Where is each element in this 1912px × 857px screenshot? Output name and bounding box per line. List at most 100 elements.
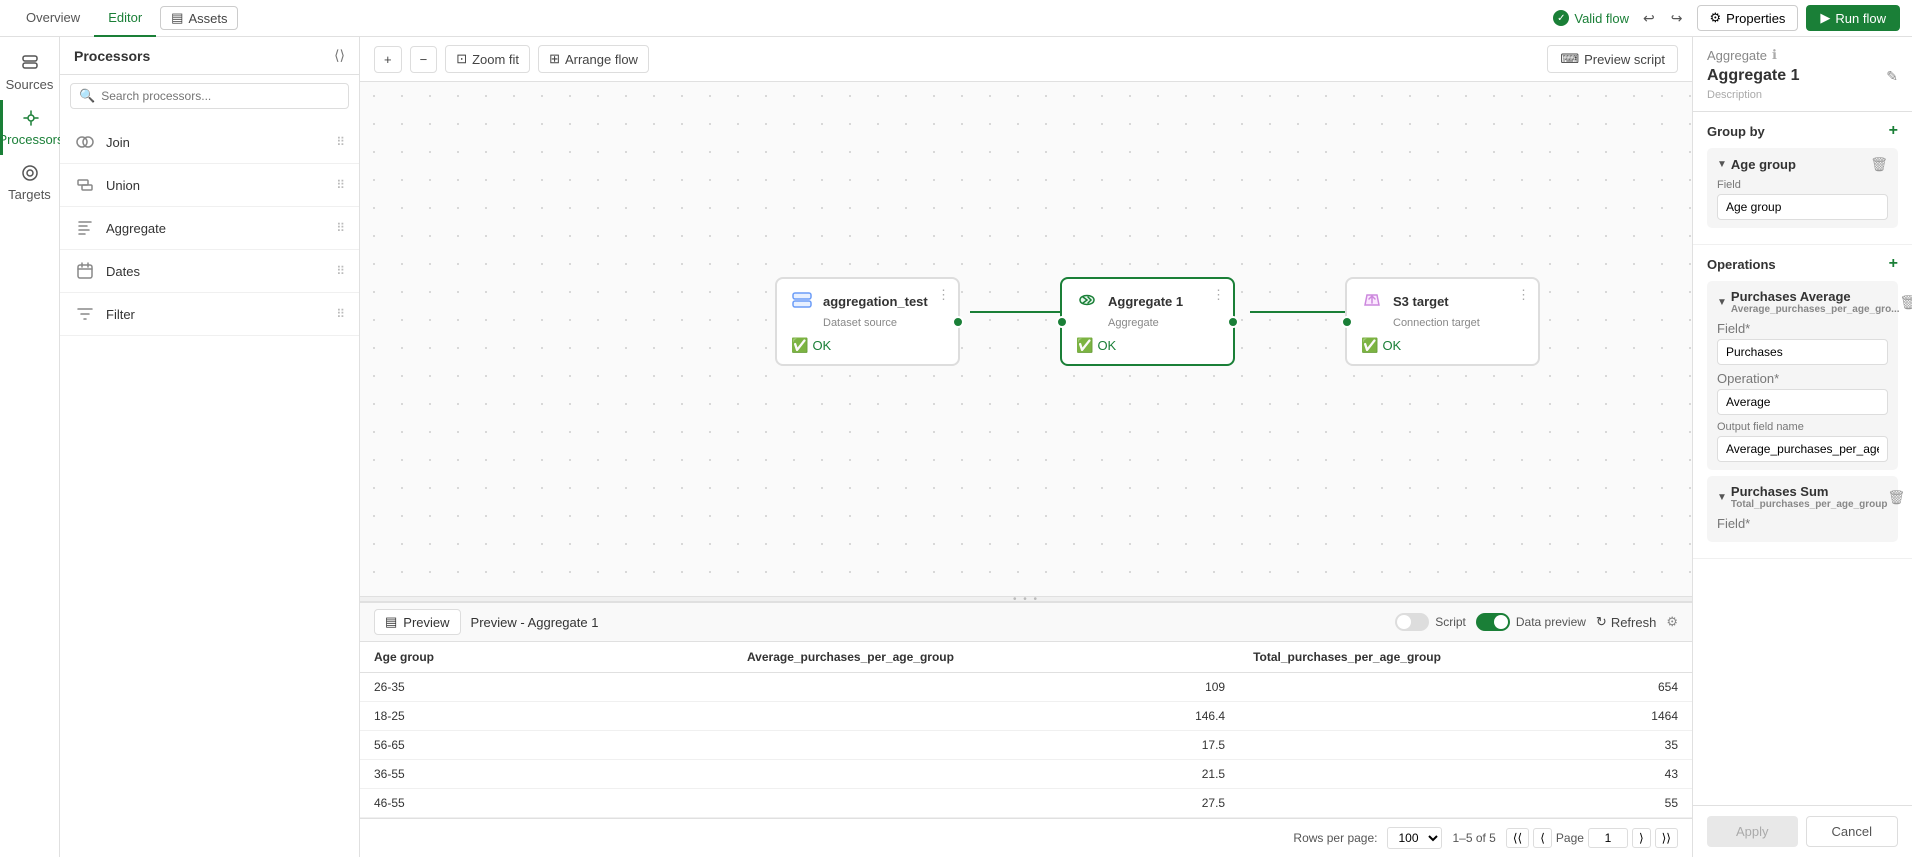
processors-title: Processors — [74, 48, 150, 64]
aggregate-title: Aggregate 1 — [1707, 67, 1799, 85]
page-next-button[interactable]: ⟩ — [1632, 828, 1651, 848]
refresh-button[interactable]: ↻ Refresh — [1596, 614, 1656, 630]
add-group-by-button[interactable]: + — [1889, 122, 1898, 140]
preview-script-button[interactable]: ⌨ Preview script — [1547, 45, 1678, 73]
settings-button[interactable]: ⚙ — [1666, 614, 1678, 630]
flow-node-s3target[interactable]: S3 target ⋮ Connection target ✅ OK — [1345, 277, 1540, 366]
processor-item-aggregate[interactable]: Aggregate ⠿ — [60, 207, 359, 250]
source-right-connector[interactable] — [952, 316, 964, 328]
processor-item-dates[interactable]: Dates ⠿ — [60, 250, 359, 293]
cell-avg-purchases: 109 — [733, 673, 1239, 702]
aggregate-left-connector[interactable] — [1056, 316, 1068, 328]
sidebar-item-processors[interactable]: Processors — [0, 100, 59, 155]
ok-icon: ✅ — [791, 337, 808, 354]
flow-node-aggregate[interactable]: Aggregate 1 ⋮ Aggregate ✅ OK — [1060, 277, 1235, 366]
aggregate-node-icon — [1076, 289, 1100, 313]
preview-tab-icon: ▤ — [385, 614, 397, 630]
search-icon: 🔍 — [79, 88, 95, 104]
script-toggle-group: Script — [1395, 613, 1466, 631]
sources-icon — [20, 53, 40, 73]
delete-group-by-button[interactable]: 🗑 — [1870, 156, 1888, 173]
top-bar-right: ✓ Valid flow ↩ ↪ ⚙ Properties ▶ Run flow — [1553, 5, 1900, 31]
aggregate-right-connector[interactable] — [1227, 316, 1239, 328]
aggregate-status: ✅ OK — [1076, 337, 1219, 354]
ok-icon: ✅ — [1076, 337, 1093, 354]
description-label: Description — [1707, 89, 1898, 101]
operation-item-avg: ▼ Purchases Average Average_purchases_pe… — [1707, 281, 1898, 470]
drag-handle[interactable]: ⠿ — [336, 221, 345, 235]
zoom-out-button[interactable]: − — [410, 46, 438, 73]
undo-button[interactable]: ↩ — [1637, 6, 1661, 31]
page-number-input[interactable] — [1588, 828, 1628, 848]
top-bar: Overview Editor ▤ Assets ✓ Valid flow ↩ … — [0, 0, 1912, 37]
valid-flow-indicator: ✓ Valid flow — [1553, 10, 1629, 26]
processor-item-join[interactable]: Join ⠿ — [60, 121, 359, 164]
redo-button[interactable]: ↪ — [1665, 6, 1689, 31]
aggregate-node-header: Aggregate 1 ⋮ — [1076, 289, 1219, 313]
apply-button[interactable]: Apply — [1707, 816, 1798, 847]
operation-avg-field-select[interactable]: Purchases Age Name — [1717, 339, 1888, 365]
delete-operation-avg-button[interactable]: 🗑 — [1900, 294, 1912, 311]
tab-overview[interactable]: Overview — [12, 0, 94, 37]
s3target-node-menu[interactable]: ⋮ — [1517, 287, 1530, 303]
drag-handle[interactable]: ⠿ — [336, 135, 345, 149]
drag-handle[interactable]: ⠿ — [336, 178, 345, 192]
s3target-left-connector[interactable] — [1341, 316, 1353, 328]
s3target-status: ✅ OK — [1361, 337, 1524, 354]
processor-item-union[interactable]: Union ⠿ — [60, 164, 359, 207]
processor-search-input[interactable] — [101, 89, 340, 103]
add-operation-button[interactable]: + — [1889, 255, 1898, 273]
preview-tab[interactable]: ▤ Preview — [374, 609, 461, 635]
preview-header: ▤ Preview Preview - Aggregate 1 Script — [360, 603, 1692, 642]
join-icon — [74, 131, 96, 153]
zoom-fit-button[interactable]: ⊡ Zoom fit — [445, 45, 530, 73]
rows-per-page-select[interactable]: 100 50 25 — [1387, 827, 1442, 849]
tab-assets[interactable]: ▤ Assets — [160, 6, 238, 30]
chevron-down-icon: ▼ — [1717, 297, 1727, 308]
tab-editor[interactable]: Editor — [94, 0, 156, 37]
cell-age-group: 46-55 — [360, 789, 733, 818]
source-node-menu[interactable]: ⋮ — [937, 287, 950, 303]
valid-flow-dot: ✓ — [1553, 10, 1569, 26]
arrange-icon: ⊞ — [549, 51, 560, 67]
processor-search-box: 🔍 — [70, 83, 349, 109]
data-preview-toggle[interactable] — [1476, 613, 1510, 631]
sidebar-item-targets[interactable]: Targets — [0, 155, 59, 210]
page-last-button[interactable]: ⟩⟩ — [1655, 828, 1678, 848]
drag-handle[interactable]: ⠿ — [336, 307, 345, 321]
data-table: Age group Average_purchases_per_age_grou… — [360, 642, 1692, 818]
operation-avg-operation-select[interactable]: Average Sum Count Min Max — [1717, 389, 1888, 415]
chevron-down-icon: ▼ — [1717, 492, 1727, 503]
zoom-out-icon: − — [420, 52, 428, 67]
canvas-area: + − ⊡ Zoom fit ⊞ Arrange flow ⌨ Preview … — [360, 37, 1692, 857]
group-by-field-select[interactable]: Age group Age Name — [1717, 194, 1888, 220]
refresh-icon: ↻ — [1596, 614, 1607, 630]
cancel-button[interactable]: Cancel — [1806, 816, 1899, 847]
operation-avg-output-field[interactable] — [1717, 436, 1888, 462]
cell-age-group: 36-55 — [360, 760, 733, 789]
zoom-in-button[interactable]: + — [374, 46, 402, 73]
script-toggle[interactable] — [1395, 613, 1429, 631]
operations-header: Operations + — [1707, 255, 1898, 273]
processors-header: Processors ⟨⟩ — [60, 37, 359, 75]
edit-title-button[interactable]: ✎ — [1886, 68, 1898, 85]
data-table-scroll[interactable]: Age group Average_purchases_per_age_grou… — [360, 642, 1692, 818]
page-prev-button[interactable]: ⟨ — [1533, 828, 1552, 848]
aggregate-node-menu[interactable]: ⋮ — [1212, 287, 1225, 303]
delete-operation-sum-button[interactable]: 🗑 — [1887, 489, 1905, 506]
operations-section: Operations + ▼ Purchases Average Average… — [1693, 245, 1912, 559]
arrange-flow-button[interactable]: ⊞ Arrange flow — [538, 45, 649, 73]
properties-button[interactable]: ⚙ Properties — [1697, 5, 1799, 31]
page-first-button[interactable]: ⟨⟨ — [1506, 828, 1529, 848]
sidebar-item-sources[interactable]: Sources — [0, 45, 59, 100]
cell-total-purchases: 55 — [1239, 789, 1692, 818]
layers-icon: ▤ — [171, 10, 183, 26]
apply-cancel-row: Apply Cancel — [1693, 805, 1912, 857]
drag-handle[interactable]: ⠿ — [336, 264, 345, 278]
flow-node-source[interactable]: aggregation_test ⋮ Dataset source ✅ OK — [775, 277, 960, 366]
run-flow-button[interactable]: ▶ Run flow — [1806, 5, 1900, 31]
processor-item-filter[interactable]: Filter ⠿ — [60, 293, 359, 336]
cell-total-purchases: 35 — [1239, 731, 1692, 760]
table-row: 18-25146.41464 — [360, 702, 1692, 731]
collapse-panel-button[interactable]: ⟨⟩ — [334, 47, 345, 64]
